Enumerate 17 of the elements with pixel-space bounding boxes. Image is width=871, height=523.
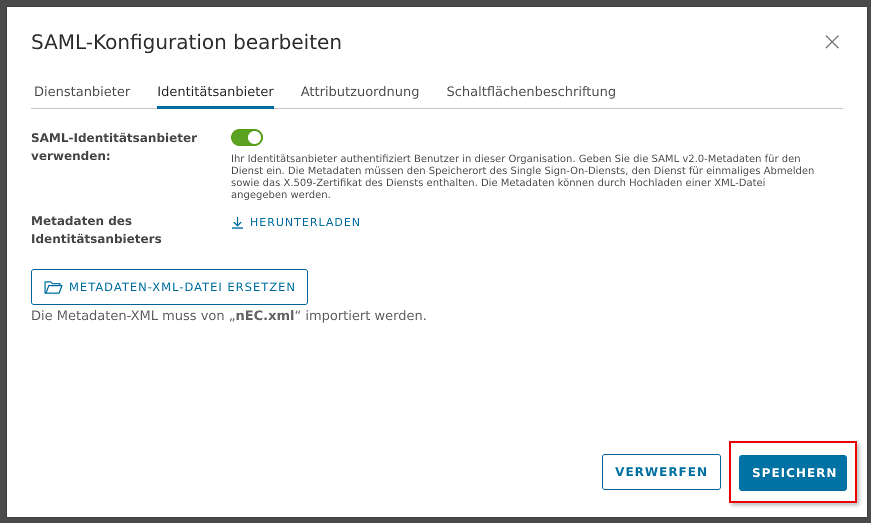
- download-icon: [231, 216, 244, 229]
- toggle-switch[interactable]: [231, 129, 263, 146]
- tab[interactable]: Schaltflächenbeschriftung: [446, 81, 616, 109]
- tab[interactable]: Identitätsanbieter: [157, 81, 274, 109]
- download-link[interactable]: HERUNTERLADEN: [231, 216, 362, 229]
- discard-button[interactable]: VERWERFEN: [602, 454, 721, 490]
- tab[interactable]: Dienstanbieter: [34, 81, 130, 109]
- replace-file-button[interactable]: METADATEN-XML-DATEI ERSETZEN: [31, 269, 308, 305]
- folder-icon: [44, 280, 63, 294]
- field-label: Metadaten des Identitätsanbieters: [31, 213, 163, 248]
- tab[interactable]: Attributzuordnung: [300, 81, 420, 109]
- dialog-title: SAML-Konfiguration bearbeiten: [31, 30, 342, 54]
- help-text: Ihr Identitätsanbieter authentifiziert Benutzer in dieser Organisation. Geben Sie die SAML v2.0-Metadaten für den Dienst ein. Die Metadaten müssen den Speicherort des Single Sign-On-Diensts, den Dienst für einmaliges Abmelden sowie das X.509-Zertifikat des Diensts enthalten. Die Metadaten können durch Hochladen einer XML-Datei angegeben werden.: [231, 154, 816, 202]
- note-text: Die Metadaten-XML muss von „nEC.xml“ importiert werden.: [31, 309, 428, 324]
- close-button[interactable]: ×: [821, 31, 843, 53]
- field-label: SAML-Identitätsanbieter verwenden:: [31, 130, 198, 165]
- save-button[interactable]: SPEICHERN: [739, 455, 847, 491]
